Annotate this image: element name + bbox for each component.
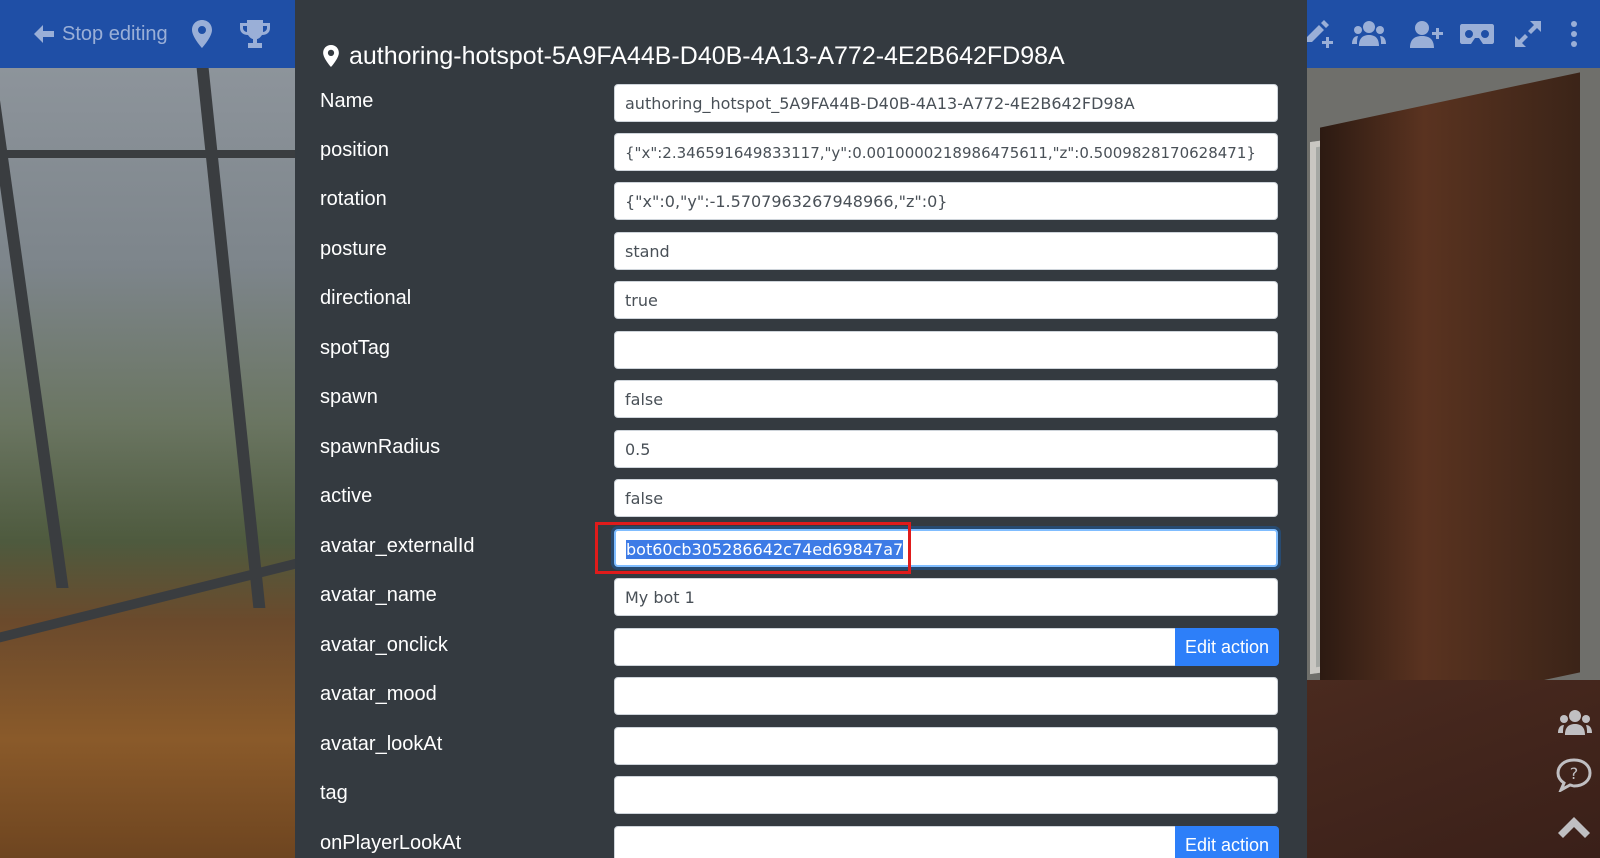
- field-row-spawn: spawn false: [295, 380, 1307, 422]
- users-icon: [1352, 21, 1386, 46]
- stop-editing-label: Stop editing: [62, 22, 168, 45]
- arrow-left-icon: [34, 25, 54, 43]
- spottag-input[interactable]: [614, 331, 1278, 369]
- field-row-spottag: spotTag: [295, 331, 1307, 373]
- users-button[interactable]: [1352, 0, 1386, 68]
- field-label: spotTag: [320, 337, 391, 359]
- more-menu-button[interactable]: [1570, 0, 1578, 68]
- help-button[interactable]: ?: [1556, 758, 1592, 797]
- position-input[interactable]: {"x":2.346591649833117,"y":0.00100002189…: [614, 133, 1278, 171]
- field-label: avatar_name: [320, 584, 437, 606]
- field-label: Name: [320, 90, 374, 112]
- field-row-position: position {"x":2.346591649833117,"y":0.00…: [295, 133, 1307, 175]
- field-row-rotation: rotation {"x":0,"y":-1.5707963267948966,…: [295, 182, 1307, 224]
- field-row-directional: directional true: [295, 281, 1307, 323]
- field-row-tag: tag: [295, 776, 1307, 818]
- more-vertical-icon: [1571, 21, 1577, 47]
- field-row-onplayerlookat: onPlayerLookAt Edit action: [295, 826, 1307, 858]
- hotspot-properties-dialog: authoring-hotspot-5A9FA44B-D40B-4A13-A77…: [295, 0, 1307, 858]
- name-input[interactable]: authoring_hotspot_5A9FA44B-D40B-4A13-A77…: [614, 84, 1278, 122]
- avatar-lookat-input[interactable]: [614, 727, 1278, 765]
- field-label: onPlayerLookAt: [320, 832, 462, 854]
- svg-text:?: ?: [1570, 764, 1579, 783]
- field-row-avatar-name: avatar_name My bot 1: [295, 578, 1307, 620]
- avatar-name-input[interactable]: My bot 1: [614, 578, 1278, 616]
- trophy-icon: [240, 20, 270, 48]
- map-marker-icon: [323, 45, 339, 67]
- invite-user-button[interactable]: [1410, 0, 1444, 68]
- edit-action-button[interactable]: Edit action: [1175, 628, 1279, 666]
- trophy-button[interactable]: [240, 0, 270, 68]
- field-row-active: active false: [295, 479, 1307, 521]
- window-frame: [0, 150, 300, 158]
- field-row-spawnradius: spawnRadius 0.5: [295, 430, 1307, 472]
- field-label: avatar_externalId: [320, 535, 475, 557]
- posture-input[interactable]: stand: [614, 232, 1278, 270]
- avatar-onclick-input[interactable]: [614, 628, 1176, 666]
- hotspot-button[interactable]: [192, 0, 212, 68]
- field-row-name: Name authoring_hotspot_5A9FA44B-D40B-4A1…: [295, 84, 1307, 126]
- spawn-input[interactable]: false: [614, 380, 1278, 418]
- field-row-avatar-mood: avatar_mood: [295, 677, 1307, 719]
- field-label: avatar_lookAt: [320, 733, 443, 755]
- dialog-title-text: authoring-hotspot-5A9FA44B-D40B-4A13-A77…: [349, 41, 1065, 70]
- fullscreen-button[interactable]: [1515, 0, 1541, 68]
- field-label: directional: [320, 287, 412, 309]
- add-object-button[interactable]: [1304, 0, 1334, 68]
- tag-input[interactable]: [614, 776, 1278, 814]
- field-label: posture: [320, 238, 387, 260]
- expand-icon: [1515, 21, 1541, 47]
- field-label: position: [320, 139, 389, 161]
- scene-floor: [1300, 680, 1600, 858]
- help-chat-icon: ?: [1556, 758, 1592, 794]
- users-icon: [1558, 710, 1592, 735]
- highlight-annotation: [595, 522, 911, 574]
- vr-mode-button[interactable]: [1460, 0, 1494, 68]
- field-label: tag: [320, 782, 348, 804]
- avatar-mood-input[interactable]: [614, 677, 1278, 715]
- pencil-plus-icon: [1307, 20, 1333, 48]
- field-row-posture: posture stand: [295, 232, 1307, 274]
- scene-door: [1320, 72, 1580, 728]
- active-input[interactable]: false: [614, 479, 1278, 517]
- field-row-avatar-lookat: avatar_lookAt: [295, 727, 1307, 769]
- edit-action-button[interactable]: Edit action: [1175, 826, 1279, 858]
- participants-button[interactable]: [1558, 708, 1592, 743]
- user-plus-icon: [1410, 21, 1443, 48]
- stop-editing-button[interactable]: Stop editing: [32, 0, 168, 68]
- field-label: rotation: [320, 188, 387, 210]
- dialog-title: authoring-hotspot-5A9FA44B-D40B-4A13-A77…: [323, 40, 1065, 72]
- field-row-avatar-onclick: avatar_onclick Edit action: [295, 628, 1307, 670]
- collapse-up-button[interactable]: [1556, 815, 1592, 844]
- field-label: spawn: [320, 386, 378, 408]
- rotation-input[interactable]: {"x":0,"y":-1.5707963267948966,"z":0}: [614, 182, 1278, 220]
- field-label: avatar_mood: [320, 683, 437, 705]
- vr-headset-icon: [1460, 24, 1494, 44]
- directional-input[interactable]: true: [614, 281, 1278, 319]
- field-label: active: [320, 485, 373, 507]
- field-label: spawnRadius: [320, 436, 441, 458]
- map-marker-icon: [192, 20, 212, 48]
- spawnradius-input[interactable]: 0.5: [614, 430, 1278, 468]
- chevron-up-icon: [1558, 817, 1590, 838]
- field-label: avatar_onclick: [320, 634, 448, 656]
- onplayerlookat-input[interactable]: [614, 826, 1176, 858]
